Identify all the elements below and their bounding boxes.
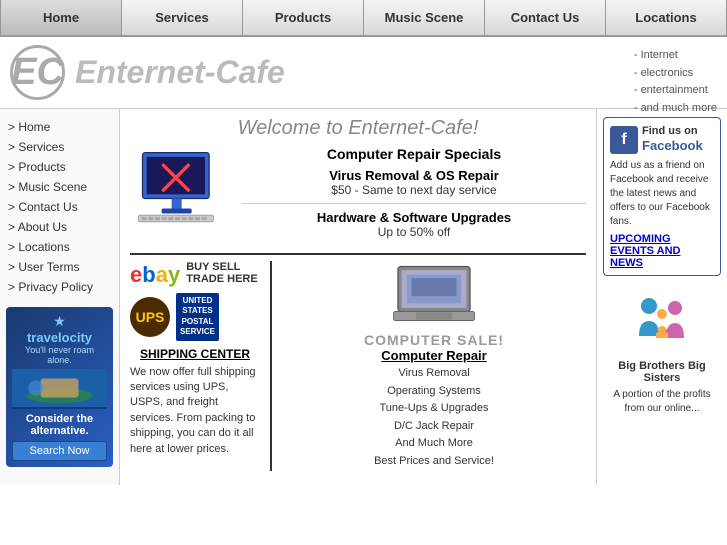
ebay-section: ebay BUY SELL TRADE HERE UPS UNITEDSTATE… <box>130 253 586 471</box>
sidebar-item-home[interactable]: Home <box>0 117 119 137</box>
logo-link-1[interactable]: - Internet <box>634 47 717 65</box>
hardware-upgrades-desc: Up to 50% off <box>242 225 586 239</box>
nav-home[interactable]: Home <box>0 0 122 35</box>
ups-logo: UPS <box>130 297 170 337</box>
virus-removal-title: Virus Removal & OS Repair <box>242 168 586 183</box>
usps-logo: UNITEDSTATESPOSTALSERVICE <box>176 293 219 341</box>
bbbs-title: Big Brothers Big Sisters <box>603 360 721 384</box>
sidebar-item-products[interactable]: Products <box>0 157 119 177</box>
facebook-header: f Find us on Facebook <box>610 124 714 155</box>
ebay-left: ebay BUY SELL TRADE HERE UPS UNITEDSTATE… <box>130 261 260 471</box>
hardware-upgrades-title: Hardware & Software Upgrades <box>242 210 586 225</box>
top-navigation: Home Services Products Music Scene Conta… <box>0 0 727 37</box>
travelocity-ad[interactable]: ★ travelocity You'll never roam alone. C… <box>6 307 113 467</box>
welcome-title: Welcome to Enternet-Cafe! <box>130 117 586 140</box>
logo-link-4[interactable]: - and much more <box>634 100 717 118</box>
nav-contact-us[interactable]: Contact Us <box>485 0 606 35</box>
virus-removal-desc: $50 - Same to next day service <box>242 183 586 197</box>
bbbs-box: Big Brothers Big Sisters A portion of th… <box>603 286 721 416</box>
travelocity-tagline: You'll never roam alone. <box>12 345 107 365</box>
travelocity-logo: travelocity <box>12 330 107 345</box>
sidebar-item-privacy-policy[interactable]: Privacy Policy <box>0 277 119 297</box>
facebook-events-link[interactable]: UPCOMING EVENTS AND NEWS <box>610 233 714 269</box>
logo-link-3[interactable]: - entertainment <box>634 82 717 100</box>
sidebar-item-user-terms[interactable]: User Terms <box>0 257 119 277</box>
travelocity-star: ★ <box>12 313 107 330</box>
nav-locations[interactable]: Locations <box>606 0 727 35</box>
find-us-on-facebook: Find us on Facebook <box>642 124 703 155</box>
ebay-logo: ebay <box>130 262 180 288</box>
sidebar-item-services[interactable]: Services <box>0 137 119 157</box>
repair-item-3: Tune-Ups & Upgrades <box>282 400 586 418</box>
nav-products[interactable]: Products <box>243 0 364 35</box>
logo-links: - Internet - electronics - entertainment… <box>634 47 717 117</box>
specials-box: Computer Repair Specials Virus Removal &… <box>130 146 586 245</box>
travelocity-consider: Consider the alternative. <box>12 413 107 437</box>
computer-sale-title: COMPUTER SALE! <box>282 332 586 348</box>
logo-bar: EC Enternet-Cafe - Internet - electronic… <box>0 37 727 109</box>
ebay-right: COMPUTER SALE! Computer Repair Virus Rem… <box>270 261 586 471</box>
repair-item-1: Virus Removal <box>282 365 586 383</box>
facebook-box[interactable]: f Find us on Facebook Add us as a friend… <box>603 117 721 276</box>
facebook-icon: f <box>610 126 638 154</box>
travelocity-image <box>12 369 107 409</box>
right-sidebar: f Find us on Facebook Add us as a friend… <box>597 109 727 485</box>
center-content: Welcome to Enternet-Cafe! <box>120 109 597 485</box>
repair-item-6: Best Prices and Service! <box>282 453 586 471</box>
nav-services[interactable]: Services <box>122 0 243 35</box>
logo-link-2[interactable]: - electronics <box>634 65 717 83</box>
sidebar-item-contact-us[interactable]: Contact Us <box>0 197 119 217</box>
facebook-description: Add us as a friend on Facebook and recei… <box>610 159 714 229</box>
sidebar-item-music-scene[interactable]: Music Scene <box>0 177 119 197</box>
specials-text: Computer Repair Specials Virus Removal &… <box>242 146 586 245</box>
repair-list: Virus Removal Operating Systems Tune-Ups… <box>282 365 586 471</box>
specials-title: Computer Repair Specials <box>242 146 586 162</box>
bbbs-description: A portion of the profits from our online… <box>603 388 721 416</box>
logo-text: Enternet-Cafe <box>75 54 285 91</box>
repair-item-2: Operating Systems <box>282 383 586 401</box>
travelocity-search-button[interactable]: Search Now <box>12 441 107 461</box>
main-layout: Home Services Products Music Scene Conta… <box>0 109 727 485</box>
left-sidebar: Home Services Products Music Scene Conta… <box>0 109 120 485</box>
bbbs-logo <box>627 286 697 356</box>
nav-music-scene[interactable]: Music Scene <box>364 0 485 35</box>
sidebar-item-about-us[interactable]: About Us <box>0 217 119 237</box>
shipping-desc: We now offer full shipping services usin… <box>130 365 260 457</box>
sidebar-item-locations[interactable]: Locations <box>0 237 119 257</box>
ups-usps-row: UPS UNITEDSTATESPOSTALSERVICE <box>130 293 260 341</box>
logo-ec-icon: EC <box>10 45 65 100</box>
repair-item-4: D/C Jack Repair <box>282 418 586 436</box>
computer-repair-image <box>130 146 230 226</box>
buy-sell-label: BUY SELL TRADE HERE <box>186 261 260 285</box>
repair-item-5: And Much More <box>282 435 586 453</box>
shipping-center-title[interactable]: SHIPPING CENTER <box>130 347 260 361</box>
computer-repair-title[interactable]: Computer Repair <box>282 348 586 363</box>
laptop-sale-image <box>282 261 586 326</box>
